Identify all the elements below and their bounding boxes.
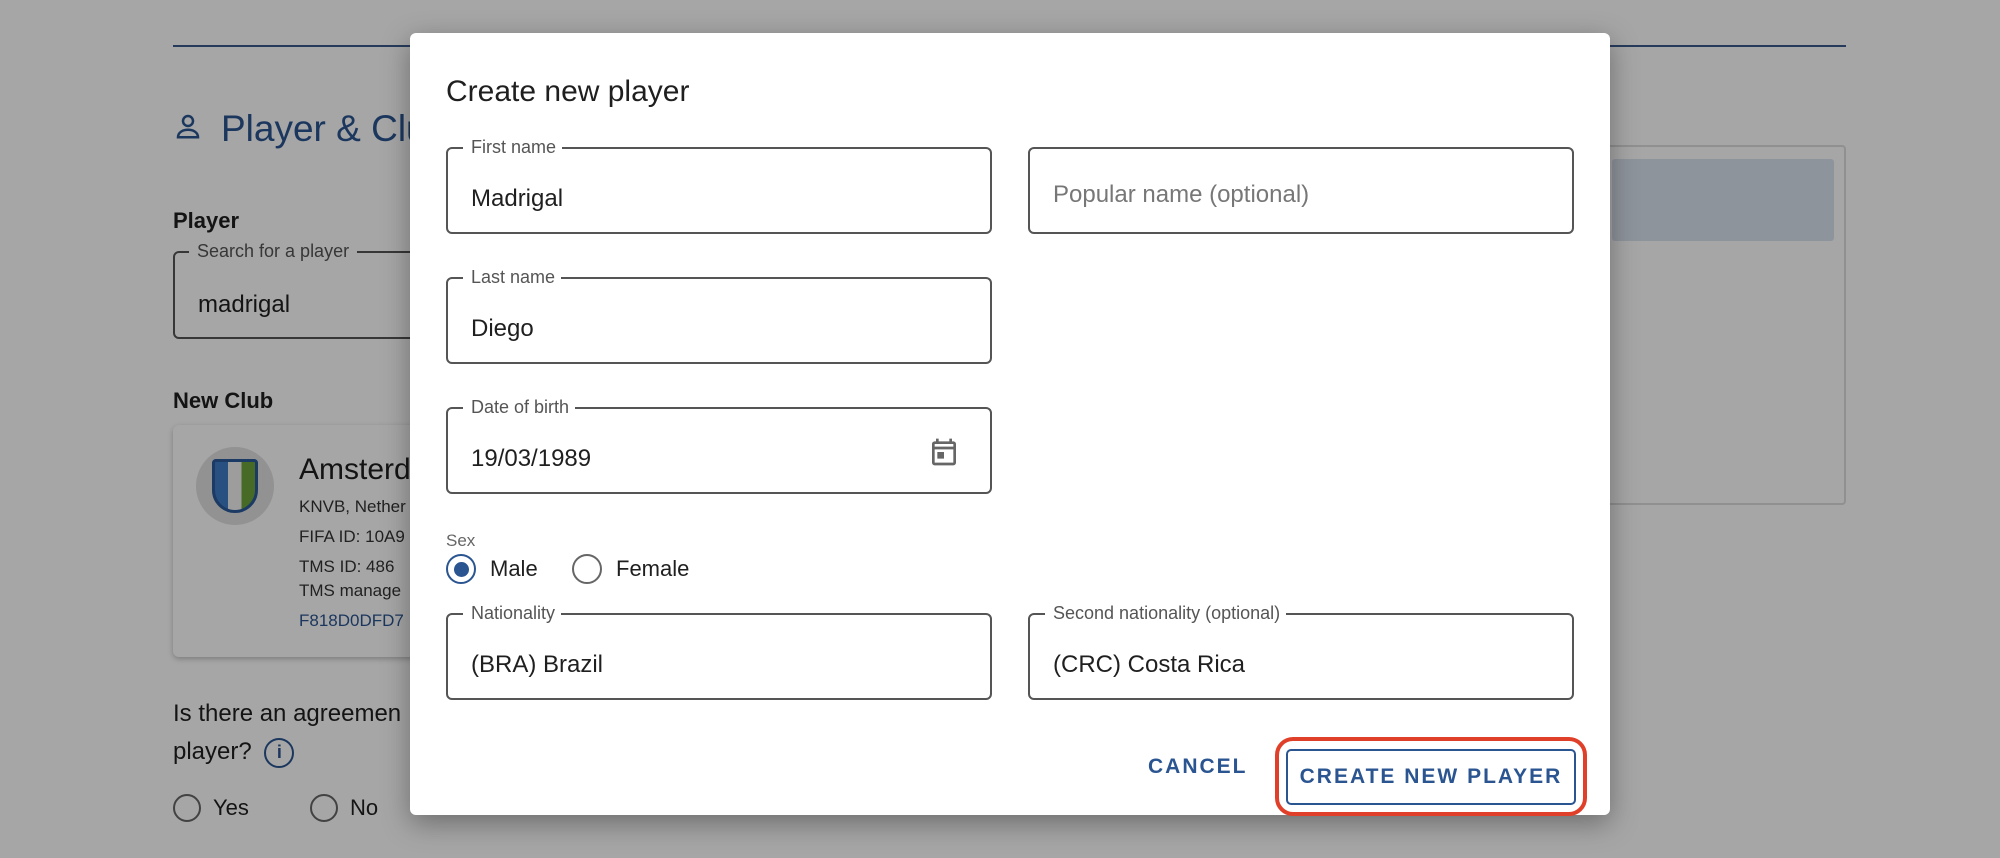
calendar-icon[interactable] xyxy=(928,436,960,468)
radio-checked-icon xyxy=(446,554,476,584)
first-name-value: Madrigal xyxy=(471,185,564,212)
first-name-legend: First name xyxy=(463,137,563,158)
sex-label: Sex xyxy=(446,531,476,550)
popular-name-placeholder: Popular name (optional) xyxy=(1053,181,1310,208)
date-of-birth-value: 19/03/1989 xyxy=(471,445,592,472)
radio-female-label: Female xyxy=(616,556,690,581)
last-name-value: Diego xyxy=(471,315,534,342)
nationality-value: (BRA) Brazil xyxy=(471,651,604,678)
dialog-title: Create new player xyxy=(446,75,690,108)
date-of-birth-legend: Date of birth xyxy=(463,397,576,418)
radio-male-label: Male xyxy=(490,556,538,581)
last-name-field[interactable]: Last name Diego xyxy=(446,267,992,364)
nationality-legend: Nationality xyxy=(463,603,562,624)
highlight-ring xyxy=(1275,737,1587,816)
second-nationality-legend: Second nationality (optional) xyxy=(1045,603,1287,624)
first-name-field[interactable]: First name Madrigal xyxy=(446,137,992,234)
popular-name-field[interactable]: Popular name (optional) xyxy=(1028,147,1574,234)
nationality-field[interactable]: Nationality (BRA) Brazil xyxy=(446,603,992,700)
second-nationality-field[interactable]: Second nationality (optional) (CRC) Cost… xyxy=(1028,603,1574,700)
create-player-dialog: Create new player First name Madrigal Po… xyxy=(410,33,1610,815)
cancel-button[interactable]: CANCEL xyxy=(1148,755,1248,779)
radio-male[interactable]: Male xyxy=(446,554,538,584)
last-name-legend: Last name xyxy=(463,267,562,288)
second-nationality-value: (CRC) Costa Rica xyxy=(1053,651,1246,678)
radio-female[interactable]: Female xyxy=(572,554,689,584)
date-of-birth-field[interactable]: Date of birth 19/03/1989 xyxy=(446,397,992,494)
radio-unchecked-icon xyxy=(572,554,602,584)
